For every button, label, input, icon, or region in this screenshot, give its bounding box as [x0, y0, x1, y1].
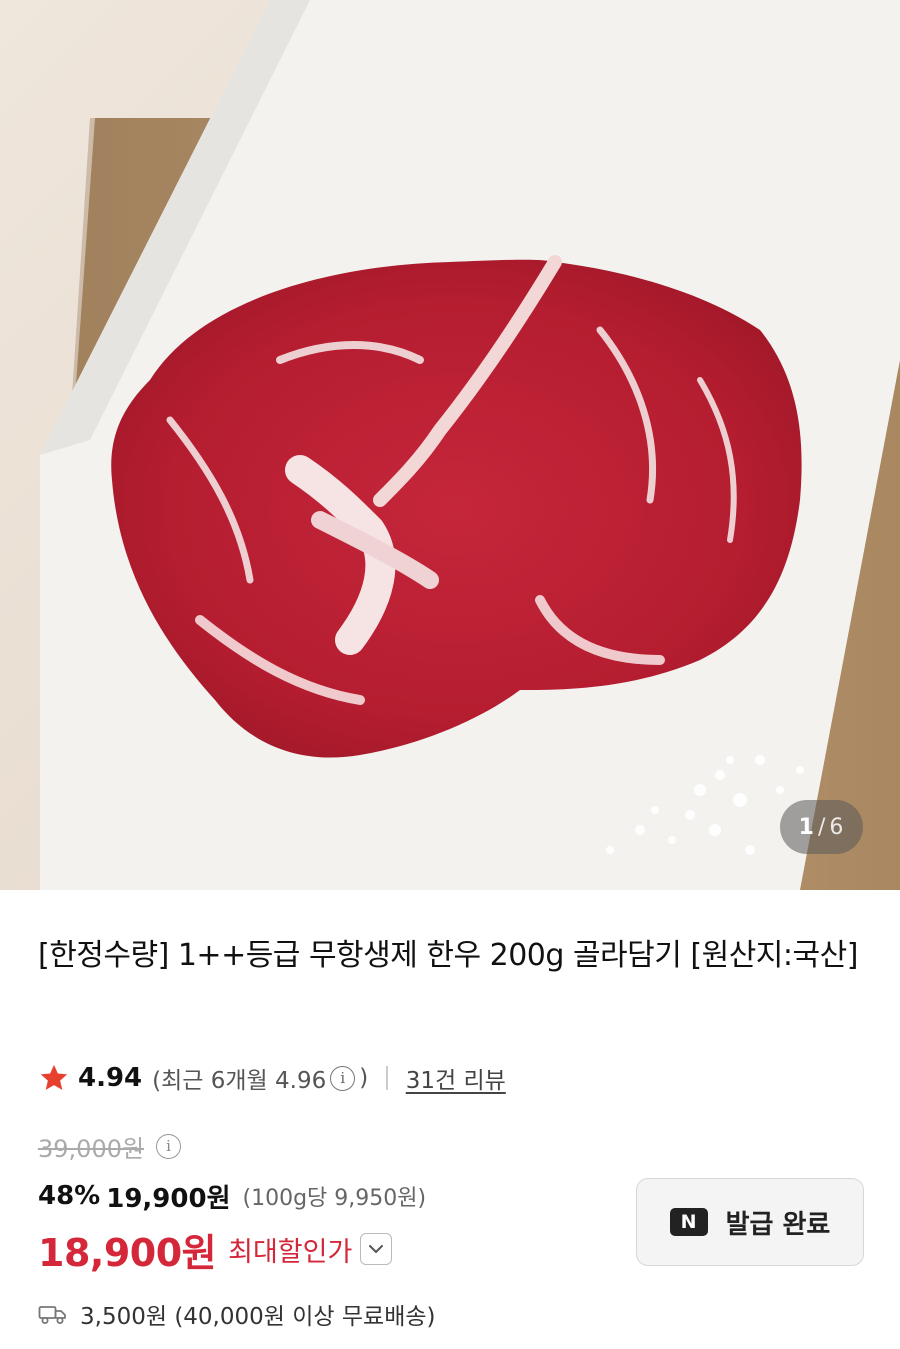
unit-price: (100g당 9,950원): [242, 1186, 427, 1211]
divider: [386, 1066, 388, 1090]
image-counter-current: 1: [798, 814, 815, 840]
sale-price-row: 48% 19,900원 (100g당 9,950원): [38, 1176, 426, 1216]
shipping-fee: 3,500원 (40,000원 이상 무료배송): [80, 1304, 436, 1330]
price-info-icon[interactable]: i: [156, 1133, 182, 1159]
steak-photo: [0, 0, 900, 890]
image-counter: 1 / 6: [780, 800, 863, 854]
max-discount-label: 최대할인가: [228, 1236, 353, 1268]
discount-rate: 48%: [38, 1181, 101, 1211]
original-price-row: 39,000원 i: [38, 1126, 185, 1166]
naver-n-icon: N: [669, 1208, 708, 1236]
max-discount-price: 18,900원: [38, 1230, 217, 1275]
rating-row: 4.94 (최근 6개월 4.96 i ) 31건 리뷰: [38, 1058, 506, 1098]
max-discount-row[interactable]: 18,900원 최대할인가: [38, 1224, 393, 1275]
product-image[interactable]: 1 / 6: [0, 0, 900, 890]
truck-icon: [38, 1306, 66, 1324]
coupon-issued-button[interactable]: N 발급 완료: [636, 1178, 864, 1266]
coupon-label: 발급 완료: [725, 1209, 831, 1240]
image-counter-total: 6: [829, 814, 845, 840]
info-icon[interactable]: i: [330, 1065, 356, 1091]
sale-price: 19,900원: [106, 1183, 231, 1214]
original-price: 39,000원: [38, 1134, 145, 1163]
review-count-link[interactable]: 31건 리뷰: [406, 1061, 506, 1095]
rating-score: 4.94: [78, 1063, 143, 1093]
product-title: [한정수량] 1++등급 무항생제 한우 200g 골라담기 [원산지:국산]: [38, 938, 858, 973]
image-counter-separator: /: [817, 814, 827, 840]
recent-rating-close: ): [359, 1065, 369, 1091]
star-icon: [40, 1064, 68, 1090]
chevron-down-icon[interactable]: [360, 1233, 393, 1265]
recent-rating: (최근 6개월 4.96 i ): [152, 1061, 368, 1095]
shipping-row: 3,500원 (40,000원 이상 무료배송): [38, 1296, 435, 1332]
recent-rating-text: (최근 6개월 4.96: [152, 1068, 327, 1094]
